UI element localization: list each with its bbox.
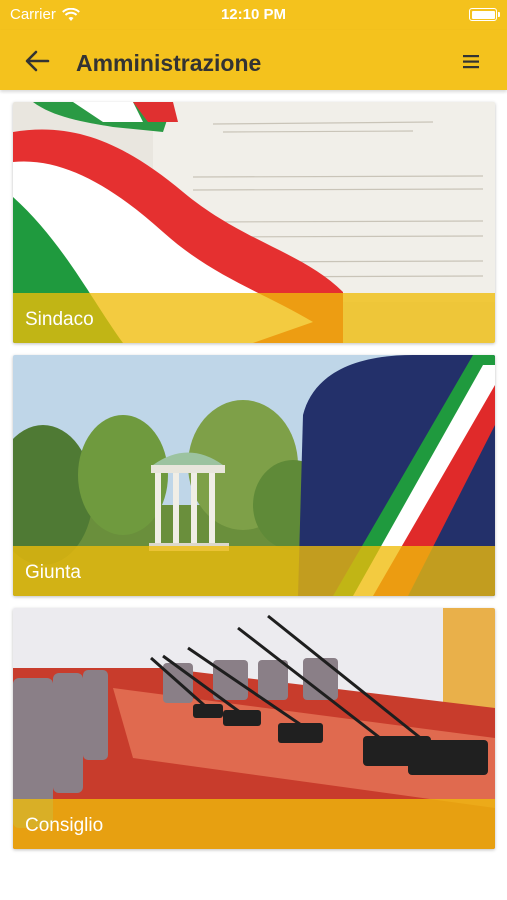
card-consiglio[interactable]: Consiglio — [13, 608, 495, 849]
arrow-left-icon[interactable] — [22, 46, 52, 76]
status-time: 12:10 PM — [220, 6, 287, 23]
card-label-giunta: Giunta — [25, 562, 81, 583]
card-label-band — [13, 546, 495, 596]
page-title: Amministrazione — [76, 50, 262, 76]
card-giunta[interactable]: Giunta — [13, 355, 495, 596]
status-bar: Carrier 12:10 PM — [0, 0, 507, 30]
hamburger-menu-icon[interactable] — [461, 52, 483, 72]
card-label-sindaco: Sindaco — [25, 309, 94, 330]
card-label-consiglio: Consiglio — [25, 815, 104, 836]
battery-icon — [469, 8, 500, 21]
navigation-bar: Amministrazione — [0, 30, 507, 90]
card-sindaco[interactable]: Sindaco — [13, 102, 495, 343]
